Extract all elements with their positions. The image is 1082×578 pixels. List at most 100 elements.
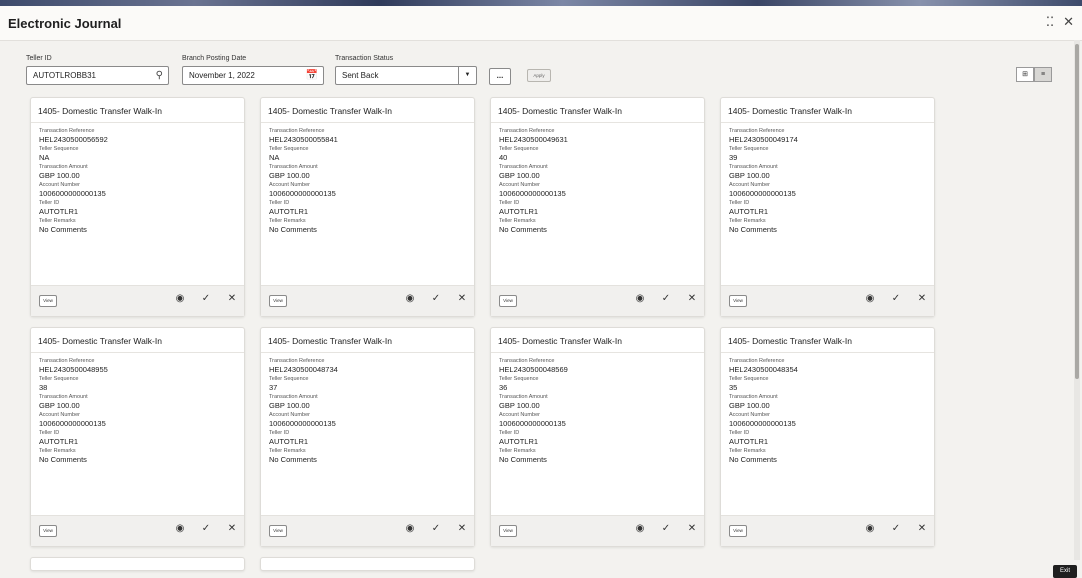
card-divider bbox=[491, 352, 704, 353]
close-icon[interactable]: ✕ bbox=[456, 293, 468, 304]
field-label: Teller Remarks bbox=[499, 218, 536, 224]
transaction-status-select[interactable]: Sent Back ▼ bbox=[335, 66, 477, 85]
field-label: Transaction Amount bbox=[499, 394, 548, 400]
card-field-sequence: Teller Sequence 35 bbox=[729, 376, 798, 392]
eye-icon[interactable]: ◉ bbox=[404, 293, 416, 304]
field-value: 1006000000000135 bbox=[499, 419, 566, 428]
field-label: Transaction Reference bbox=[39, 358, 95, 364]
journal-card-partial[interactable] bbox=[30, 557, 245, 571]
field-label: Teller Sequence bbox=[729, 376, 769, 382]
card-field-teller-id: Teller ID AUTOTLR1 bbox=[269, 430, 338, 446]
journal-card[interactable]: 1405- Domestic Transfer Walk-In Transacti… bbox=[30, 327, 245, 547]
card-divider bbox=[491, 122, 704, 123]
field-label: Account Number bbox=[39, 412, 80, 418]
journal-card[interactable]: 1405- Domestic Transfer Walk-In Transacti… bbox=[720, 97, 935, 317]
eye-icon[interactable]: ◉ bbox=[174, 523, 186, 534]
card-actions: ◉ ✓ ✕ bbox=[404, 523, 468, 534]
apply-button[interactable]: Apply bbox=[527, 69, 551, 82]
card-body: Transaction Reference HEL2430500055841 Tel… bbox=[269, 128, 338, 236]
teller-id-input[interactable]: AUTOTLROBB31 ⚲ bbox=[26, 66, 169, 85]
journal-card-partial[interactable] bbox=[260, 557, 475, 571]
field-label: Account Number bbox=[729, 182, 770, 188]
card-divider bbox=[31, 352, 244, 353]
view-button[interactable]: View bbox=[499, 295, 517, 307]
close-icon[interactable]: ✕ bbox=[686, 523, 698, 534]
scrollbar-thumb[interactable] bbox=[1075, 44, 1079, 379]
journal-card[interactable]: 1405- Domestic Transfer Walk-In Transacti… bbox=[30, 97, 245, 317]
journal-card[interactable]: 1405- Domestic Transfer Walk-In Transacti… bbox=[720, 327, 935, 547]
card-field-remarks: Teller Remarks No Comments bbox=[729, 448, 798, 464]
check-icon[interactable]: ✓ bbox=[430, 293, 442, 304]
field-value: GBP 100.00 bbox=[499, 401, 540, 410]
teller-id-value: AUTOTLROBB31 bbox=[33, 71, 96, 80]
view-button[interactable]: View bbox=[729, 295, 747, 307]
card-field-sequence: Teller Sequence 37 bbox=[269, 376, 338, 392]
card-footer: View ◉ ✓ ✕ bbox=[491, 285, 704, 316]
eye-icon[interactable]: ◉ bbox=[864, 523, 876, 534]
branch-posting-date-input[interactable]: November 1, 2022 📅 bbox=[182, 66, 324, 85]
field-value: No Comments bbox=[269, 225, 317, 234]
close-icon[interactable]: ✕ bbox=[226, 523, 238, 534]
journal-card[interactable]: 1405- Domestic Transfer Walk-In Transacti… bbox=[260, 97, 475, 317]
card-footer: View ◉ ✓ ✕ bbox=[31, 285, 244, 316]
card-footer: View ◉ ✓ ✕ bbox=[721, 285, 934, 316]
search-icon[interactable]: ⚲ bbox=[156, 67, 163, 84]
card-footer: View ◉ ✓ ✕ bbox=[261, 515, 474, 546]
field-label: Teller ID bbox=[499, 200, 520, 206]
field-value: GBP 100.00 bbox=[269, 401, 310, 410]
eye-icon[interactable]: ◉ bbox=[174, 293, 186, 304]
view-button[interactable]: View bbox=[39, 295, 57, 307]
view-button[interactable]: View bbox=[269, 295, 287, 307]
check-icon[interactable]: ✓ bbox=[890, 293, 902, 304]
close-icon[interactable]: ✕ bbox=[916, 293, 928, 304]
field-value: AUTOTLR1 bbox=[39, 437, 79, 446]
journal-card[interactable]: 1405- Domestic Transfer Walk-In Transacti… bbox=[490, 97, 705, 317]
transaction-status-value: Sent Back bbox=[342, 71, 379, 80]
view-button[interactable]: View bbox=[269, 525, 287, 537]
field-value: AUTOTLR1 bbox=[499, 437, 539, 446]
field-label: Teller Sequence bbox=[499, 146, 539, 152]
eye-icon[interactable]: ◉ bbox=[634, 293, 646, 304]
journal-card[interactable]: 1405- Domestic Transfer Walk-In Transacti… bbox=[490, 327, 705, 547]
check-icon[interactable]: ✓ bbox=[200, 293, 212, 304]
card-field-teller-id: Teller ID AUTOTLR1 bbox=[39, 200, 108, 216]
check-icon[interactable]: ✓ bbox=[660, 523, 672, 534]
check-icon[interactable]: ✓ bbox=[200, 523, 212, 534]
close-icon[interactable]: ✕ bbox=[916, 523, 928, 534]
eye-icon[interactable]: ◉ bbox=[864, 293, 876, 304]
more-options-button[interactable]: ... bbox=[489, 68, 511, 85]
field-label: Transaction Reference bbox=[499, 128, 555, 134]
view-button[interactable]: View bbox=[729, 525, 747, 537]
list-view-icon[interactable]: ≡ bbox=[1034, 67, 1052, 82]
field-value: GBP 100.00 bbox=[729, 401, 770, 410]
check-icon[interactable]: ✓ bbox=[430, 523, 442, 534]
check-icon[interactable]: ✓ bbox=[660, 293, 672, 304]
field-value: No Comments bbox=[39, 455, 87, 464]
calendar-icon[interactable]: 📅 bbox=[306, 67, 318, 84]
close-icon[interactable]: ✕ bbox=[226, 293, 238, 304]
card-divider bbox=[721, 352, 934, 353]
card-divider bbox=[31, 122, 244, 123]
check-icon[interactable]: ✓ bbox=[890, 523, 902, 534]
field-value: 1006000000000135 bbox=[269, 419, 336, 428]
card-field-remarks: Teller Remarks No Comments bbox=[499, 448, 568, 464]
eye-icon[interactable]: ◉ bbox=[634, 523, 646, 534]
field-label: Teller Remarks bbox=[269, 448, 306, 454]
grid-view-icon[interactable]: ⊞ bbox=[1016, 67, 1034, 82]
field-label: Teller Sequence bbox=[39, 376, 79, 382]
view-button[interactable]: View bbox=[499, 525, 517, 537]
field-value: HEL2430500048955 bbox=[39, 365, 108, 374]
restore-icon[interactable]: ⁚⁚ bbox=[1046, 14, 1054, 30]
chevron-down-icon[interactable]: ▼ bbox=[458, 66, 476, 85]
card-field-amount: Transaction Amount GBP 100.00 bbox=[499, 164, 568, 180]
view-button[interactable]: View bbox=[39, 525, 57, 537]
journal-card[interactable]: 1405- Domestic Transfer Walk-In Transacti… bbox=[260, 327, 475, 547]
card-field-amount: Transaction Amount GBP 100.00 bbox=[729, 164, 798, 180]
page-title: Electronic Journal bbox=[8, 16, 122, 31]
close-icon[interactable]: ✕ bbox=[686, 293, 698, 304]
field-label: Transaction Reference bbox=[729, 128, 785, 134]
close-icon[interactable]: ✕ bbox=[456, 523, 468, 534]
exit-button[interactable]: Exit bbox=[1053, 565, 1077, 578]
close-icon[interactable]: ✕ bbox=[1063, 14, 1074, 30]
eye-icon[interactable]: ◉ bbox=[404, 523, 416, 534]
